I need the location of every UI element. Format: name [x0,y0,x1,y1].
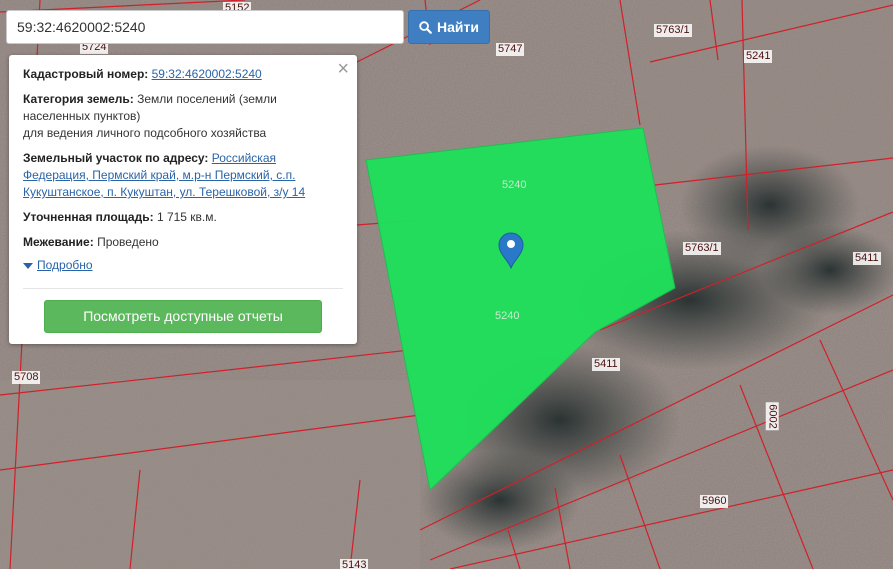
plot-label: 5763/1 [683,242,721,255]
address-row: Земельный участок по адресу: Российская … [23,150,343,201]
plot-label: 5708 [12,371,41,384]
plot-label: 5960 [700,495,729,508]
search-button[interactable]: Найти [408,10,490,44]
address-link[interactable]: Российская [212,151,276,165]
category-value: Земли поселений (земли [137,92,277,106]
category-label: Категория земель: [23,92,134,106]
more-details-label: Подробно [37,258,93,272]
address-label: Земельный участок по адресу: [23,151,209,165]
plot-label: 5763/1 [654,24,692,37]
close-icon[interactable]: × [337,59,349,79]
survey-label: Межевание: [23,235,94,249]
survey-value: Проведено [97,235,159,249]
plot-label: 6002 [765,402,779,431]
category-value: населенных пунктов) [23,109,141,123]
caret-down-icon [23,262,33,269]
category-row: Категория земель: Земли поселений (земли… [23,91,343,142]
area-row: Уточненная площадь: 1 715 кв.м. [23,209,343,226]
area-value: 1 715 кв.м. [156,210,217,224]
divider [23,288,343,289]
address-link[interactable]: Кукуштанское, п. Кукуштан, ул. Терешково… [23,185,305,199]
more-details-link[interactable]: Подробно [23,257,343,274]
parcel-label: 5240 [495,310,520,322]
plot-label: 5241 [744,50,773,63]
cadastral-link[interactable]: 59:32:4620002:5240 [152,67,262,81]
ground-patch [0,380,420,569]
plot-label: 5747 [496,43,525,56]
address-link[interactable]: Федерация, Пермский край, м.р-н Пермский… [23,168,295,182]
plot-label: 5411 [592,358,620,371]
plot-label: 5411 [853,252,881,265]
search-button-label: Найти [437,19,479,35]
category-value: для ведения личного подсобного хозяйства [23,126,267,140]
search-input[interactable]: 59:32:4620002:5240 [6,10,404,44]
area-label: Уточненная площадь: [23,210,154,224]
cadastral-row: Кадастровый номер: 59:32:4620002:5240 [23,66,343,83]
survey-row: Межевание: Проведено [23,234,343,251]
view-reports-button[interactable]: Посмотреть доступные отчеты [44,300,322,333]
parcel-info-popup: × Кадастровый номер: 59:32:4620002:5240 … [9,55,357,344]
parcel-label: 5240 [502,179,527,191]
search-icon [419,20,432,34]
cadastral-label: Кадастровый номер: [23,67,149,81]
plot-label: 5143 [340,559,369,569]
